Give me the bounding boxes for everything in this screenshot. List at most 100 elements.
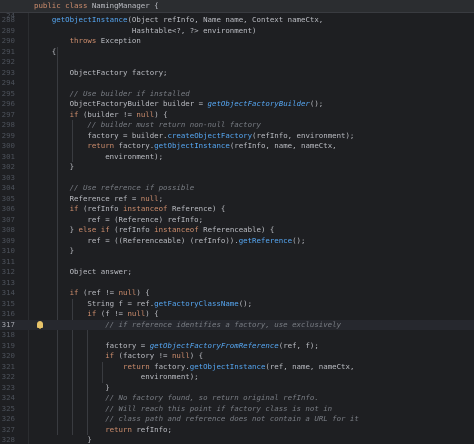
line-number: 308 (1, 225, 15, 234)
code-text: String f = ref.getFactoryClassName(); (34, 298, 253, 308)
line-number: 309 (1, 235, 15, 245)
code-line[interactable]: 309 ref = ((Referenceable) (refInfo)).ge… (0, 236, 474, 247)
code-line[interactable]: 304 // Use reference if possible (0, 183, 474, 194)
line-number: 297 (1, 109, 15, 119)
code-line[interactable]: 319 factory = getObjectFactoryFromRefere… (0, 341, 474, 352)
code-text: } else if (refInfo instanceof Referencea… (34, 225, 275, 234)
code-line[interactable]: 307 ref = (Reference) refInfo; (0, 215, 474, 226)
code-text: environment); (34, 151, 164, 161)
line-number: 310 (1, 246, 15, 255)
code-text: Hashtable<?, ?> environment) (34, 25, 257, 35)
code-line[interactable]: 297 if (builder != null) { (0, 110, 474, 121)
line-number: 295 (1, 88, 15, 98)
code-text: throws Exception (69, 36, 141, 45)
code-text: ObjectFactory factory; (34, 67, 168, 77)
sticky-line-number: 24 (6, 11, 15, 20)
code-line[interactable]: 325 // Will reach this point if factory … (0, 404, 474, 415)
line-number: 328 (1, 435, 15, 444)
sticky-scroll-header[interactable]: 24 public class NamingManager { (0, 0, 474, 21)
code-line[interactable]: 320 if (factory != null) { (0, 351, 474, 362)
line-number: 318 (1, 330, 15, 339)
code-text: return refInfo; (105, 424, 172, 434)
code-text: ref = ((Referenceable) (refInfo)).getRef… (34, 235, 306, 245)
code-line[interactable]: 288 getObjectInstance(Object refInfo, Na… (0, 15, 474, 26)
code-line[interactable]: 312 Object answer; (0, 267, 474, 278)
code-text: ObjectFactoryBuilder builder = getObject… (34, 99, 324, 108)
code-line[interactable]: 294 (0, 78, 474, 89)
line-number: 302 (1, 162, 15, 171)
code-text: if (f != null) { (87, 309, 159, 318)
line-number: 303 (1, 172, 15, 182)
code-text: if (ref != null) { (69, 288, 150, 297)
code-line[interactable]: 328 } (0, 435, 474, 444)
code-text: Object answer; (34, 267, 132, 276)
code-line[interactable]: 321 return factory.getObjectInstance(ref… (0, 362, 474, 373)
line-number: 319 (1, 340, 15, 350)
code-line[interactable]: 295 // Use builder if installed (0, 89, 474, 100)
code-text: factory = builder.createObjectFactory(re… (34, 130, 355, 140)
line-number: 293 (1, 67, 15, 77)
line-number: 296 (1, 99, 15, 108)
code-text: } (34, 435, 92, 444)
code-line[interactable]: 306 if (refInfo instanceof Reference) { (0, 204, 474, 215)
code-text: // Will reach this point if factory clas… (105, 403, 333, 413)
code-text: ref = (Reference) refInfo; (34, 214, 204, 224)
line-number: 321 (1, 361, 15, 371)
code-line[interactable]: 313 (0, 278, 474, 289)
code-line[interactable]: 298 // builder must return non-null fact… (0, 120, 474, 131)
line-number: 294 (1, 78, 15, 87)
code-line[interactable]: 289 Hashtable<?, ?> environment) (0, 26, 474, 37)
code-line[interactable]: 311 (0, 257, 474, 268)
line-number: 300 (1, 141, 15, 150)
code-line[interactable]: 293 ObjectFactory factory; (0, 68, 474, 79)
line-number: 292 (1, 57, 15, 66)
line-number: 301 (1, 151, 15, 161)
code-text: // builder must return non-null factory (87, 120, 261, 129)
code-text: // No factory found, so return original … (105, 393, 319, 402)
code-line[interactable]: 296 ObjectFactoryBuilder builder = getOb… (0, 99, 474, 110)
code-line[interactable]: 323 } (0, 383, 474, 394)
code-line[interactable]: 303 (0, 173, 474, 184)
code-line[interactable]: 324 // No factory found, so return origi… (0, 393, 474, 404)
code-editor[interactable]: 24 public class NamingManager { 288 getO… (0, 0, 474, 444)
code-line[interactable]: 302 } (0, 162, 474, 173)
code-line[interactable]: 308 } else if (refInfo instanceof Refere… (0, 225, 474, 236)
line-number: 306 (1, 204, 15, 213)
code-line[interactable]: 316 if (f != null) { (0, 309, 474, 320)
line-number: 320 (1, 351, 15, 360)
line-number: 312 (1, 267, 15, 276)
code-text: if (refInfo instanceof Reference) { (69, 204, 226, 213)
code-line[interactable]: 322 environment); (0, 372, 474, 383)
sticky-line: 24 public class NamingManager { (0, 1, 474, 21)
code-line[interactable]: 318 (0, 330, 474, 341)
line-number: 298 (1, 120, 15, 129)
line-number: 307 (1, 214, 15, 224)
code-text: } (34, 382, 110, 392)
code-line[interactable]: 310 } (0, 246, 474, 257)
code-text: environment); (34, 372, 199, 381)
line-number: 327 (1, 424, 15, 434)
code-line[interactable]: 291 { (0, 47, 474, 58)
code-line[interactable]: 317 // if reference identifies a factory… (0, 319, 474, 330)
code-text: // Use reference if possible (69, 183, 195, 192)
code-line[interactable]: 299 factory = builder.createObjectFactor… (0, 131, 474, 142)
code-line[interactable]: 326 // class path and reference does not… (0, 414, 474, 425)
code-line[interactable]: 327 return refInfo; (0, 425, 474, 436)
code-line[interactable]: 315 String f = ref.getFactoryClassName()… (0, 299, 474, 310)
code-text: } (34, 162, 75, 171)
code-text: if (builder != null) { (69, 109, 168, 119)
code-text: } (34, 246, 75, 255)
line-number: 324 (1, 393, 15, 402)
code-line[interactable]: 300 return factory.getObjectInstance(ref… (0, 141, 474, 152)
line-number: 322 (1, 372, 15, 381)
code-line[interactable]: 292 (0, 57, 474, 68)
code-line[interactable]: 301 environment); (0, 152, 474, 163)
code-text: return factory.getObjectInstance(ref, na… (123, 361, 355, 371)
code-text: // if reference identifies a factory, us… (105, 319, 342, 329)
line-number: 325 (1, 403, 15, 413)
code-text: // Use builder if installed (69, 88, 190, 98)
code-line[interactable]: 314 if (ref != null) { (0, 288, 474, 299)
code-line[interactable]: 305 Reference ref = null; (0, 194, 474, 205)
code-line[interactable]: 290 throws Exception (0, 36, 474, 47)
code-text: factory = getObjectFactoryFromReference(… (34, 340, 319, 350)
